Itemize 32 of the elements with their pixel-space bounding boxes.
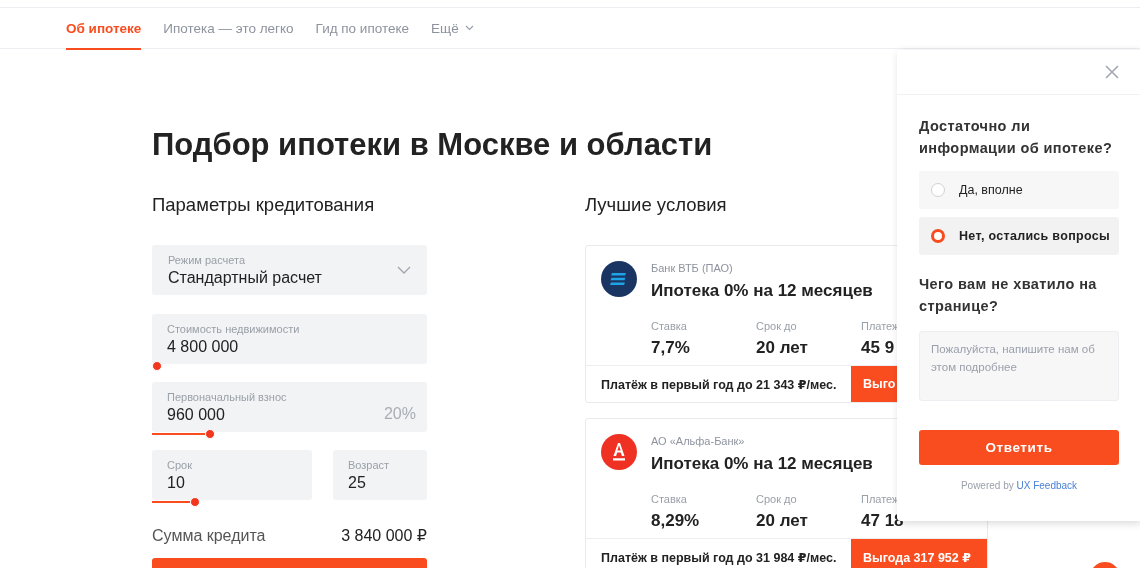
stat-value: 20 лет — [756, 510, 808, 532]
bank-name: Банк ВТБ (ПАО) — [651, 261, 734, 275]
stat-label: Срок до — [756, 319, 798, 333]
stat-value: 7,7% — [651, 337, 690, 359]
stat-value: 20 лет — [756, 337, 808, 359]
offer-title: Ипотека 0% на 12 месяцев — [651, 280, 873, 302]
stat-value: 45 9 — [861, 337, 895, 359]
page-title: Подбор ипотеки в Москве и области — [152, 126, 713, 164]
sum-label: Сумма кредита — [152, 526, 266, 546]
powered-by-text: Powered by — [960, 480, 1014, 491]
radio-option[interactable]: Нет, остались вопросы — [919, 217, 1119, 255]
question-text: Чего вам не хватило на странице? — [919, 275, 1098, 316]
stat-label: Ставка — [651, 492, 688, 506]
mode-select[interactable]: Режим расчета Стандартный расчет — [152, 245, 427, 295]
section-title: Лучшие условия — [585, 193, 728, 217]
stat-label: Срок до — [756, 492, 798, 506]
radio-option[interactable]: Да, вполне — [919, 171, 1119, 209]
question-text: Достаточно ли информации об ипотеке? — [919, 117, 1114, 158]
input-field[interactable]: Срок 10 — [152, 450, 312, 500]
payment-note: Платёж в первый год до 21 343 ₽/мес. — [600, 376, 837, 392]
input-field[interactable]: Первоначальный взнос 960 000 20% — [152, 382, 427, 432]
payment-note: Платёж в первый год до 31 984 ₽/мес. — [600, 549, 837, 565]
input-field[interactable]: Возраст 25 — [333, 450, 427, 500]
stat-label: Ставка — [651, 319, 688, 333]
stat-value: 8,29% — [651, 510, 700, 532]
sum-value: 3 840 000 ₽ — [341, 526, 427, 546]
feedback-link[interactable]: UX Feedback — [1016, 480, 1078, 491]
input-field[interactable]: Стоимость недвижимости 4 800 000 — [152, 314, 427, 364]
offer-title: Ипотека 0% на 12 месяцев — [651, 453, 873, 475]
section-title: Параметры кредитования — [152, 193, 376, 217]
comment-field[interactable]: Пожалуйста, напишите нам об этом подробнее — [919, 331, 1119, 401]
bank-name: АО «Альфа-Банк» — [651, 434, 746, 448]
